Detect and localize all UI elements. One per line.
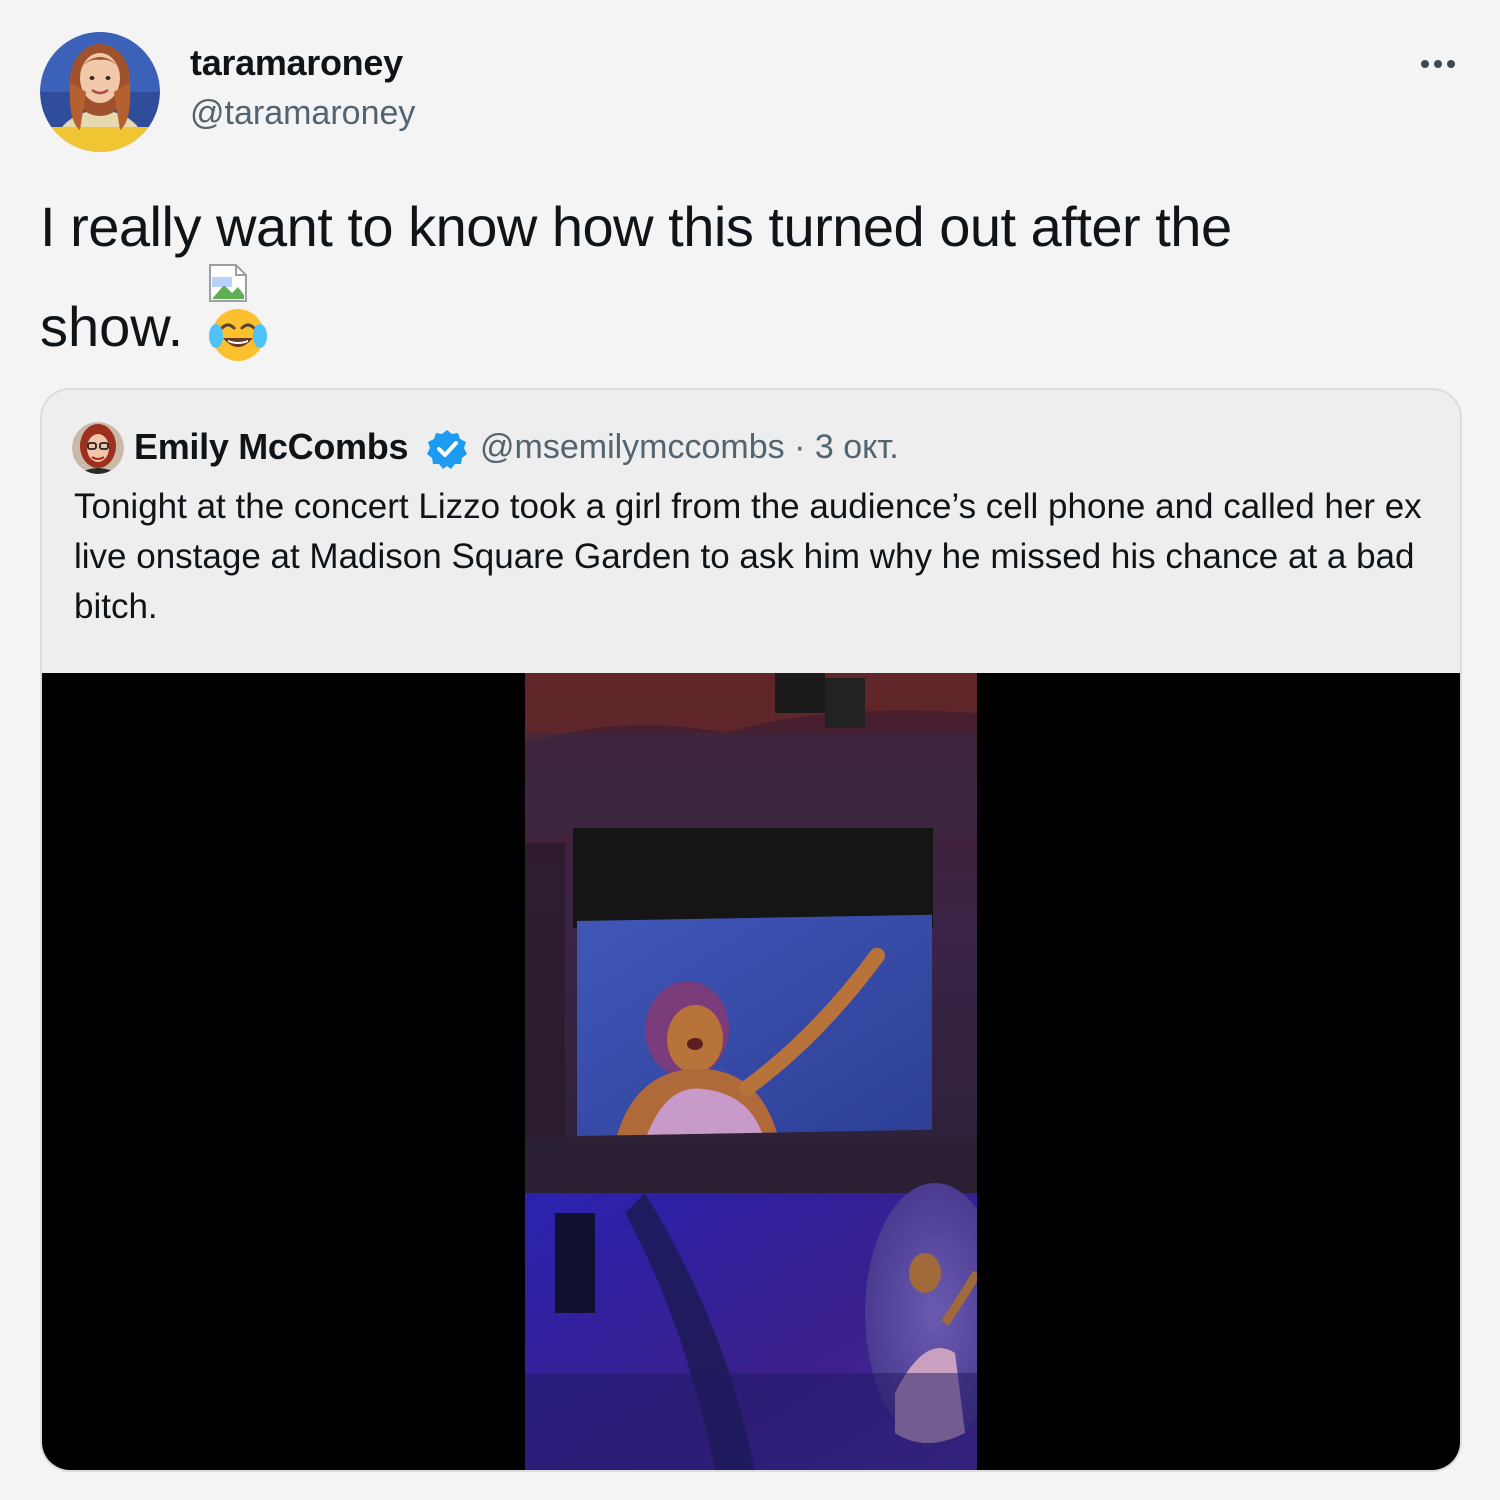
tweet-text-line2: show. [40,295,184,358]
tweet-text-line1: I really want to know how this turned ou… [40,195,1232,258]
quoted-handle[interactable]: @msemilymccombs [480,428,785,466]
tweet-screenshot: taramaroney @taramaroney I really want t… [0,0,1500,1500]
quoted-author-avatar[interactable] [72,422,124,474]
quoted-tweet-card[interactable]: Emily McCombs @msemilymccombs · 3 окт. T… [40,388,1462,1472]
author-avatar[interactable] [40,32,160,152]
author-display-name[interactable]: taramaroney [190,42,403,84]
video-still [525,673,977,1470]
quoted-tweet-text: Tonight at the concert Lizzo took a girl… [74,487,1422,626]
verified-badge-icon [426,428,468,470]
quoted-date[interactable]: 3 окт. [815,428,899,466]
author-handle[interactable]: @taramaroney [190,94,415,133]
more-options-icon[interactable] [1410,44,1466,84]
quoted-meta: @msemilymccombs · 3 окт. [480,428,899,467]
more-dot [1434,60,1442,68]
quoted-author-name[interactable]: Emily McCombs [134,426,408,468]
meta-separator: · [794,428,806,466]
broken-image-icon [208,263,250,303]
more-dot [1421,60,1429,68]
more-dot [1447,60,1455,68]
quoted-video[interactable] [42,673,1460,1470]
face-with-tears-of-joy-icon [208,306,268,364]
